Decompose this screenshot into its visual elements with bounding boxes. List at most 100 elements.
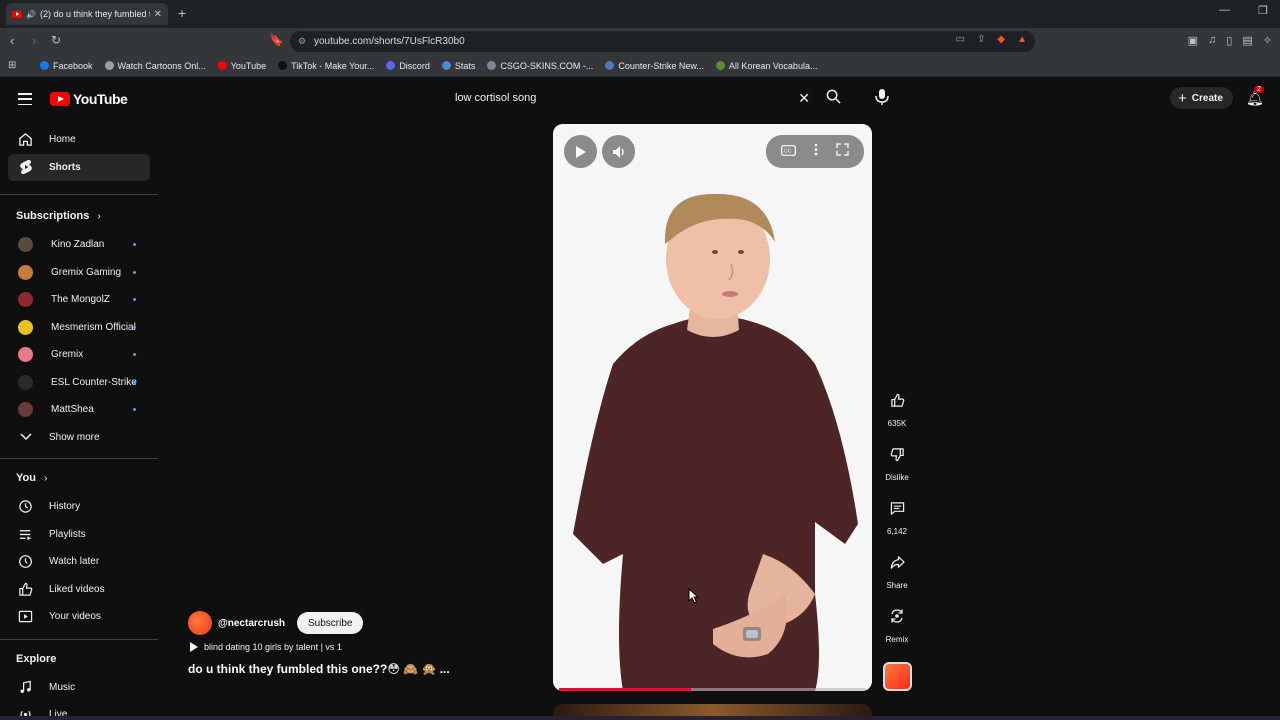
like-action[interactable]: 635K bbox=[878, 384, 916, 438]
brave-shield-icon[interactable]: ◆ bbox=[997, 34, 1005, 45]
site-settings-icon[interactable]: ⚙ bbox=[298, 36, 306, 47]
bookmark-item[interactable]: All Korean Vocabula... bbox=[715, 60, 818, 71]
bookmark-favicon-icon bbox=[217, 61, 227, 70]
volume-button[interactable] bbox=[602, 135, 635, 168]
maximize-button[interactable]: ❐ bbox=[1258, 4, 1268, 17]
short-title[interactable]: do u think they fumbled this one??😳 🙈 🙊 … bbox=[188, 662, 450, 676]
forward-button[interactable]: › bbox=[32, 33, 36, 48]
subscription-name: Kino Zadlan bbox=[51, 239, 105, 251]
share-action[interactable]: Share bbox=[878, 546, 916, 600]
bookmark-label: All Korean Vocabula... bbox=[728, 60, 818, 71]
voice-search-button[interactable] bbox=[874, 88, 890, 106]
sidebar-item-history[interactable]: History bbox=[0, 493, 158, 521]
menu-icon[interactable] bbox=[18, 93, 32, 105]
search-input[interactable]: low cortisol song ✕ bbox=[444, 86, 818, 110]
sidebar-item-watch-later[interactable]: Watch later bbox=[0, 548, 158, 576]
subscription-item[interactable]: Kino Zadlan bbox=[0, 231, 158, 259]
subscriptions-heading[interactable]: Subscriptions › bbox=[0, 201, 158, 231]
cast-icon[interactable]: ▭ bbox=[956, 34, 965, 45]
search-button[interactable] bbox=[826, 89, 841, 108]
more-options-icon[interactable] bbox=[814, 143, 818, 161]
you-heading[interactable]: You › bbox=[0, 463, 158, 493]
sidebar-item-home[interactable]: Home bbox=[0, 126, 158, 154]
sidebar-item-music[interactable]: Music bbox=[0, 674, 158, 702]
new-tab-button[interactable]: + bbox=[178, 5, 186, 21]
subscription-item[interactable]: The MongolZ bbox=[0, 286, 158, 314]
suggested-video-link[interactable]: blind dating 10 girls by talent | vs 1 bbox=[190, 642, 342, 652]
comments-action[interactable]: 6,142 bbox=[878, 492, 916, 546]
channel-avatar bbox=[18, 319, 33, 335]
bookmark-item[interactable]: Counter-Strike New... bbox=[605, 61, 704, 71]
sidebar-item-label: Home bbox=[49, 134, 76, 146]
subscription-item[interactable]: MattShea bbox=[0, 396, 158, 424]
bookmark-favicon-icon bbox=[386, 61, 396, 70]
bookmark-item[interactable]: Discord bbox=[386, 61, 430, 71]
back-button[interactable]: ‹ bbox=[10, 33, 14, 48]
subscription-item[interactable]: Gremix Gaming bbox=[0, 259, 158, 287]
channel-avatar[interactable] bbox=[188, 611, 212, 635]
reading-list-icon[interactable]: ▯ bbox=[1226, 34, 1232, 47]
subscribe-button[interactable]: Subscribe bbox=[297, 612, 364, 634]
svg-text:CC: CC bbox=[784, 148, 792, 154]
bookmark-icon[interactable]: 🔖 bbox=[269, 33, 284, 47]
sidebar-item-your-videos[interactable]: Your videos bbox=[0, 603, 158, 631]
sidebar-item-label: Playlists bbox=[49, 528, 86, 540]
progress-bar[interactable] bbox=[559, 688, 866, 691]
bookmark-item[interactable]: Watch Cartoons Onl... bbox=[104, 61, 206, 71]
subscription-item[interactable]: ESL Counter-Strike bbox=[0, 369, 158, 397]
you-title: You bbox=[16, 472, 36, 484]
bookmark-item[interactable]: CSGO-SKINS.COM -... bbox=[487, 61, 593, 71]
bookmark-item[interactable]: Facebook bbox=[40, 61, 93, 71]
sound-thumbnail[interactable] bbox=[883, 662, 912, 691]
bookmark-favicon-icon bbox=[104, 61, 114, 70]
remix-action[interactable]: Remix bbox=[878, 600, 916, 654]
dislike-button[interactable] bbox=[881, 438, 913, 470]
minimize-button[interactable]: — bbox=[1219, 4, 1230, 17]
captions-icon[interactable]: CC bbox=[781, 143, 796, 161]
music-icon bbox=[18, 680, 33, 695]
play-button[interactable] bbox=[564, 135, 597, 168]
tab-close-icon[interactable]: ✕ bbox=[154, 9, 162, 20]
subscription-name: Mesmerism Official bbox=[51, 321, 136, 333]
like-button[interactable] bbox=[881, 384, 913, 416]
comments-button[interactable] bbox=[881, 492, 913, 524]
brave-rewards-icon[interactable]: ▲ bbox=[1017, 34, 1027, 45]
share-button[interactable] bbox=[881, 546, 913, 578]
notifications-button[interactable]: 🔔︎ 2 bbox=[1246, 86, 1264, 107]
channel-avatar bbox=[18, 402, 33, 418]
remix-button[interactable] bbox=[881, 600, 913, 632]
bookmark-favicon-icon bbox=[605, 61, 615, 70]
wallet-icon[interactable]: ▤ bbox=[1242, 34, 1252, 47]
sidebar-item-shorts[interactable]: Shorts bbox=[8, 153, 150, 181]
extensions-icon[interactable]: ✧ bbox=[1263, 34, 1272, 47]
share-page-icon[interactable]: ⇪ bbox=[977, 34, 985, 45]
subscription-item[interactable]: Gremix bbox=[0, 341, 158, 369]
clear-search-icon[interactable]: ✕ bbox=[798, 90, 810, 107]
remix-icon bbox=[891, 609, 903, 623]
dislike-action[interactable]: Dislike bbox=[878, 438, 916, 492]
chevron-right-icon: › bbox=[97, 210, 101, 222]
music-icon-toolbar[interactable]: ♫ bbox=[1208, 34, 1216, 47]
sidebar-item-label: History bbox=[49, 501, 81, 513]
address-bar[interactable]: ⚙ youtube.com/shorts/7UsFlcR30b0 ▭ ⇪ ◆ ▲ bbox=[290, 31, 1035, 52]
subscription-name: Gremix Gaming bbox=[51, 266, 122, 278]
show-more-button[interactable]: Show more bbox=[0, 424, 158, 452]
suggested-video-title: blind dating 10 girls by talent | vs 1 bbox=[204, 642, 342, 652]
browser-tab[interactable]: 🔊 (2) do u think they fumbled th ✕ bbox=[6, 3, 168, 25]
create-button[interactable]: + Create bbox=[1170, 87, 1233, 109]
reload-button[interactable]: ↻ bbox=[51, 33, 61, 47]
bookmark-favicon-icon bbox=[441, 61, 451, 70]
youtube-logo[interactable]: YouTube bbox=[50, 91, 128, 107]
sidebar-item-playlists[interactable]: Playlists bbox=[0, 521, 158, 549]
apps-grid-icon[interactable]: ⊞ bbox=[8, 60, 20, 71]
subscription-item[interactable]: Mesmerism Official bbox=[0, 314, 158, 342]
bookmark-item[interactable]: TikTok - Make Your... bbox=[278, 61, 374, 71]
bookmark-label: YouTube bbox=[230, 60, 267, 71]
sidebar-toggle-icon[interactable]: ▣ bbox=[1188, 34, 1198, 47]
shorts-player[interactable]: CC bbox=[553, 124, 872, 691]
bookmark-item[interactable]: Stats bbox=[441, 61, 475, 71]
fullscreen-icon[interactable] bbox=[836, 142, 849, 161]
channel-name[interactable]: @nectarcrush bbox=[218, 618, 285, 629]
sidebar-item-liked[interactable]: Liked videos bbox=[0, 576, 158, 604]
bookmark-item[interactable]: YouTube bbox=[217, 60, 267, 71]
